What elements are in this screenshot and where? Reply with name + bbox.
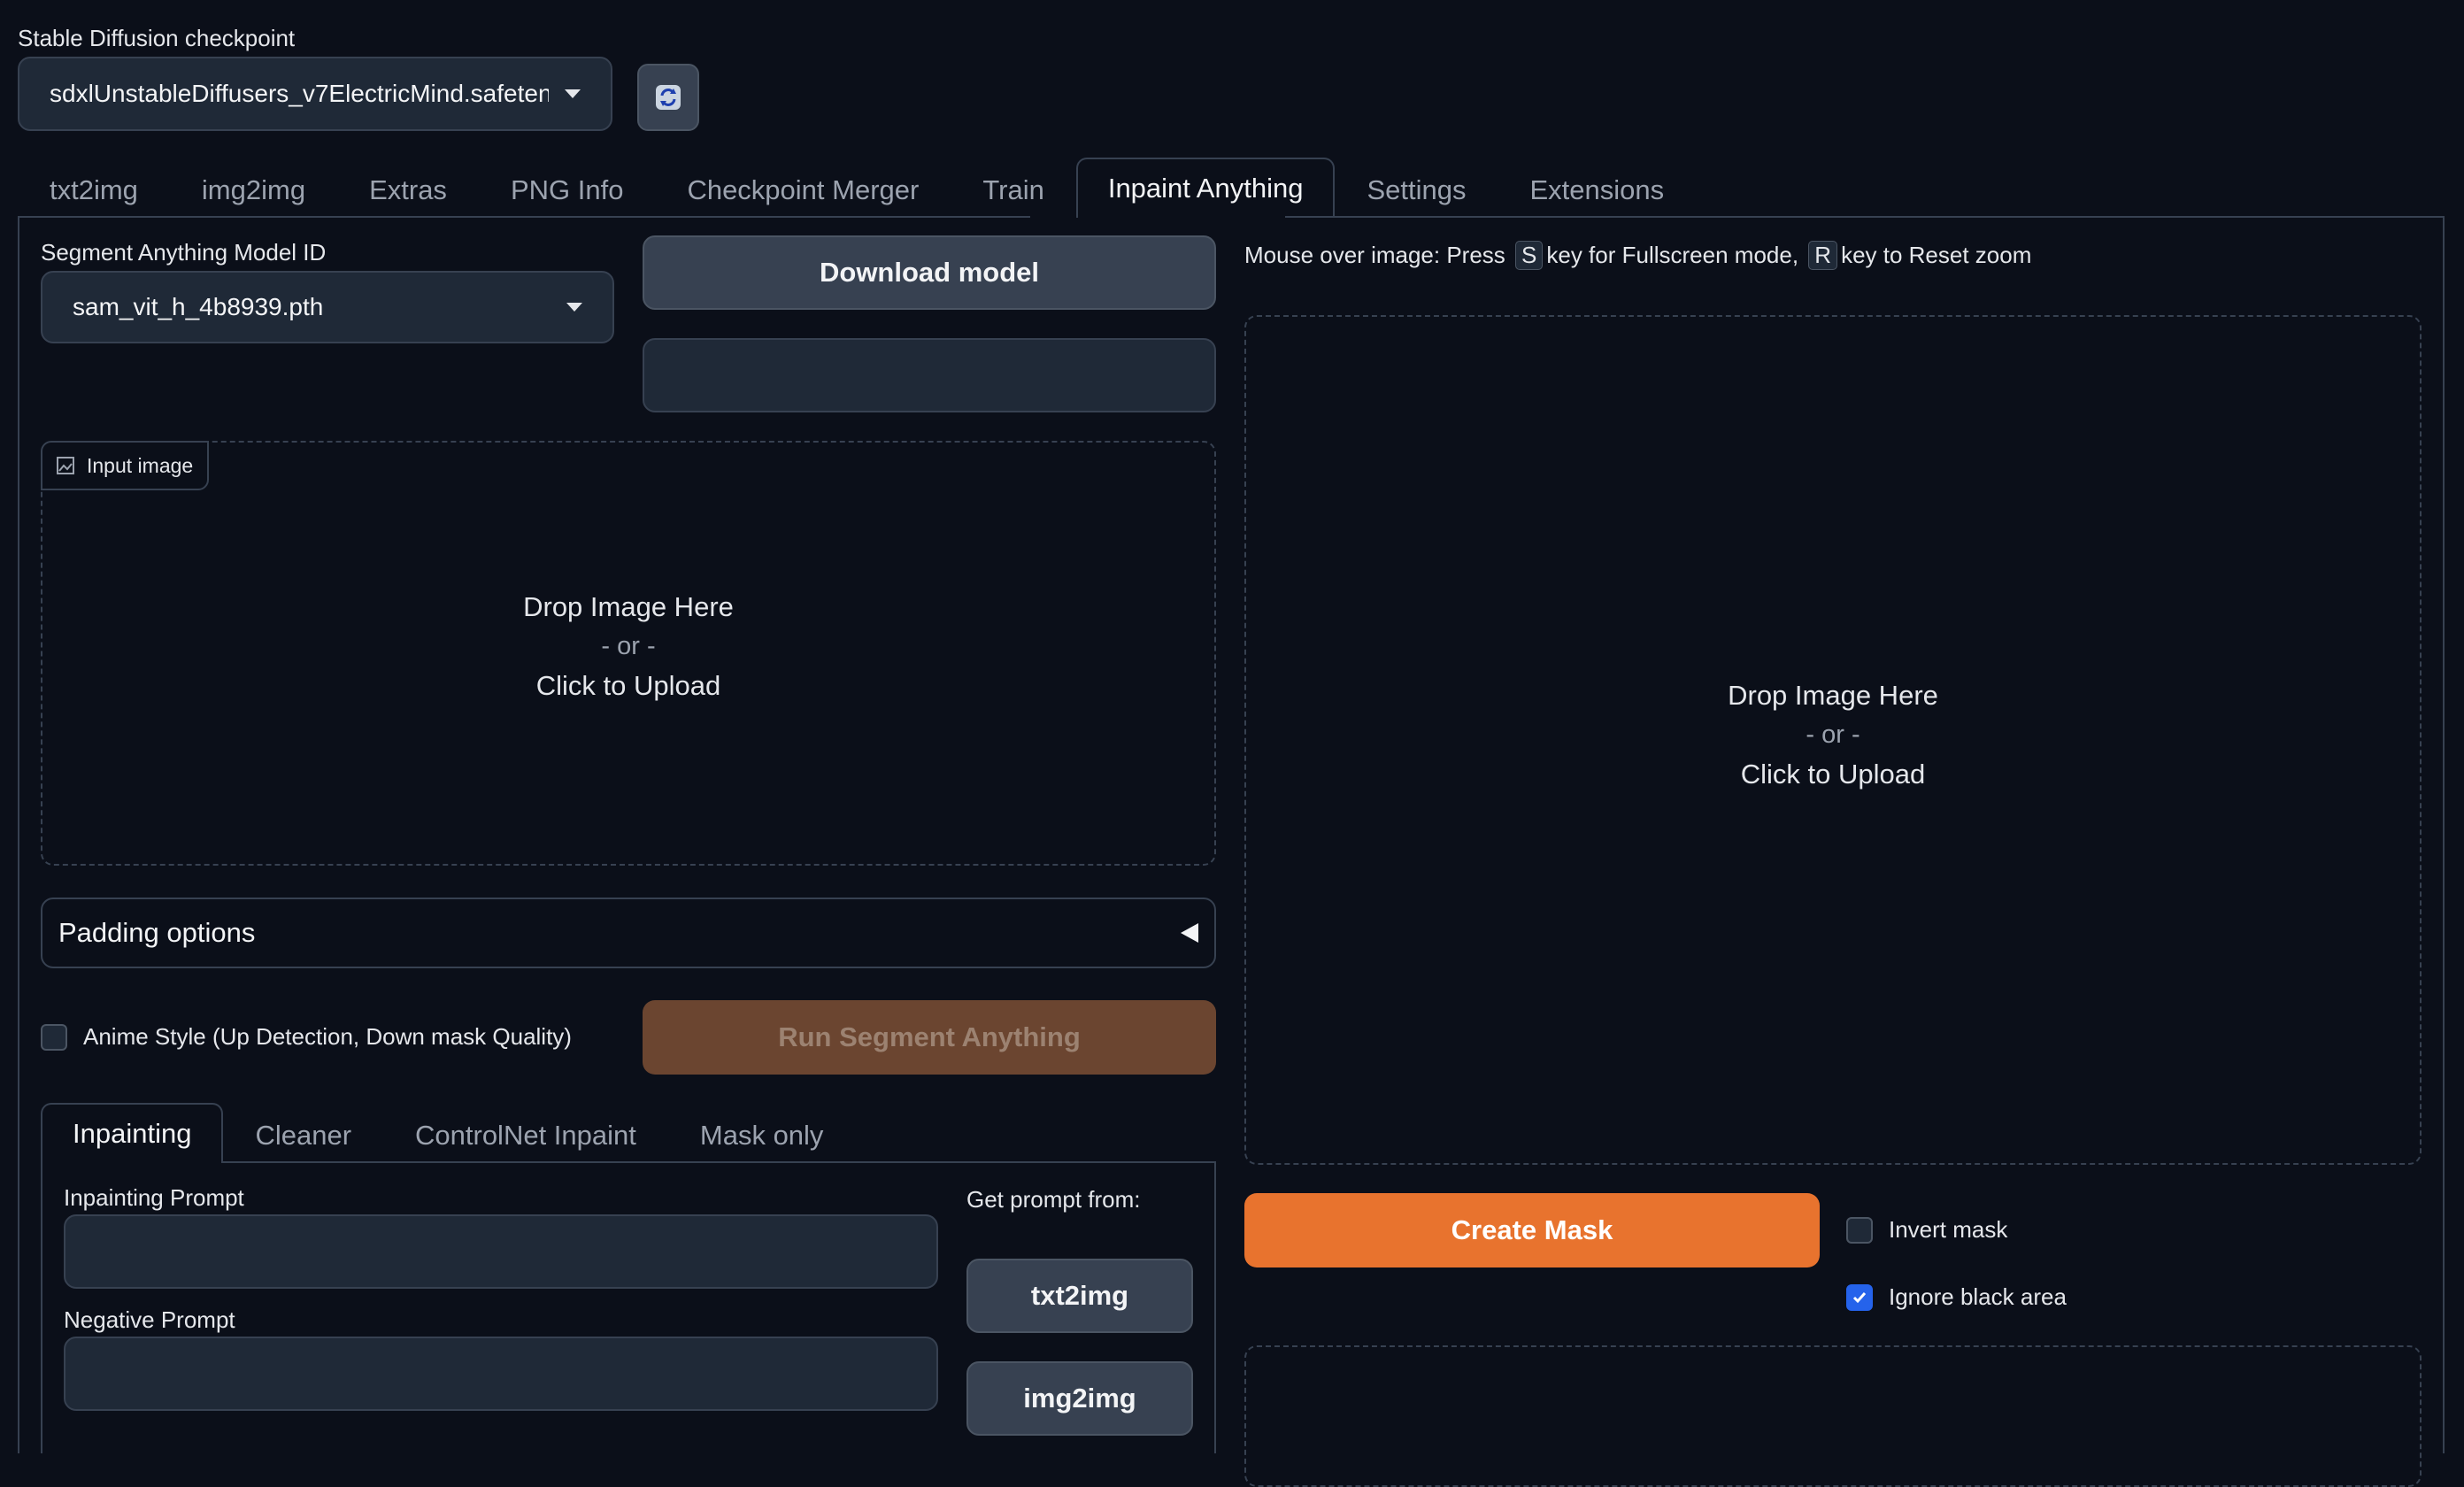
sam-model-label: Segment Anything Model ID — [41, 239, 327, 266]
run-segment-anything-button[interactable]: Run Segment Anything — [643, 1000, 1216, 1075]
invert-mask-label: Invert mask — [1889, 1216, 2008, 1243]
collapse-arrow-icon — [1181, 923, 1198, 943]
padding-options-accordion[interactable]: Padding options — [41, 898, 1216, 968]
checkpoint-value: sdxlUnstableDiffusers_v7ElectricMind.saf… — [50, 80, 549, 107]
chevron-down-icon — [565, 89, 581, 98]
refresh-icon — [656, 85, 681, 110]
tab-divider-left — [18, 216, 1030, 218]
negative-prompt-input[interactable] — [64, 1337, 938, 1411]
mask-output-dropzone[interactable] — [1244, 1345, 2422, 1487]
download-model-button[interactable]: Download model — [643, 235, 1216, 310]
ignore-black-area-label: Ignore black area — [1889, 1283, 2067, 1310]
panel-left-border — [18, 216, 19, 1453]
hint-text-2: key for Fullscreen mode, — [1546, 242, 1799, 268]
tab-divider-right — [1285, 216, 2445, 218]
input-image-drop-text: Drop Image Here - or - Click to Upload — [42, 591, 1214, 702]
subtab-controlnet-inpaint[interactable]: ControlNet Inpaint — [383, 1105, 668, 1163]
click-to-upload-text: Click to Upload — [535, 670, 721, 701]
tab-train[interactable]: Train — [951, 159, 1075, 218]
panel-right-border — [2443, 216, 2445, 1453]
image-icon — [57, 457, 74, 474]
key-s: S — [1515, 241, 1544, 270]
negative-prompt-label: Negative Prompt — [64, 1306, 235, 1333]
tab-img2img[interactable]: img2img — [170, 159, 337, 218]
zoom-hint: Mouse over image: Press Skey for Fullscr… — [1244, 241, 2031, 270]
checkpoint-label: Stable Diffusion checkpoint — [18, 25, 296, 51]
tab-extras[interactable]: Extras — [337, 159, 479, 218]
key-r: R — [1808, 241, 1838, 270]
subtab-divider — [221, 1161, 1216, 1163]
tab-inpaint-anything[interactable]: Inpaint Anything — [1075, 158, 1336, 218]
sam-model-dropdown[interactable]: sam_vit_h_4b8939.pth — [41, 271, 614, 343]
subtab-mask-only[interactable]: Mask only — [668, 1105, 856, 1163]
inpainting-prompt-input[interactable] — [64, 1214, 938, 1289]
tab-extensions[interactable]: Extensions — [1498, 159, 1696, 218]
anime-style-checkbox[interactable] — [41, 1023, 67, 1051]
padding-options-label: Padding options — [58, 917, 256, 948]
or-text: - or - — [1806, 720, 1860, 749]
sam-model-value: sam_vit_h_4b8939.pth — [73, 293, 324, 320]
ignore-black-area-option[interactable]: Ignore black area — [1846, 1283, 2067, 1311]
or-text: - or - — [601, 632, 656, 660]
hint-text-1: Mouse over image: Press — [1244, 242, 1505, 268]
subpanel-right-border — [1214, 1161, 1216, 1453]
hint-text-3: key to Reset zoom — [1841, 242, 2032, 268]
get-prompt-img2img-button[interactable]: img2img — [966, 1361, 1193, 1436]
download-status-field — [643, 338, 1216, 412]
invert-mask-checkbox[interactable] — [1846, 1216, 1873, 1244]
ignore-black-area-checkbox[interactable] — [1846, 1283, 1873, 1311]
input-image-dropzone[interactable]: Input image Drop Image Here - or - Click… — [41, 441, 1216, 866]
tab-checkpoint-merger[interactable]: Checkpoint Merger — [655, 159, 951, 218]
drop-image-text: Drop Image Here — [1728, 680, 1938, 711]
tab-settings[interactable]: Settings — [1335, 159, 1498, 218]
subtab-inpainting[interactable]: Inpainting — [41, 1103, 224, 1163]
segmentation-drop-text: Drop Image Here - or - Click to Upload — [1246, 680, 2420, 790]
tab-png-info[interactable]: PNG Info — [479, 159, 656, 218]
invert-mask-option[interactable]: Invert mask — [1846, 1216, 2007, 1244]
sub-tab-bar: Inpainting Cleaner ControlNet Inpaint Ma… — [41, 1103, 855, 1163]
tab-txt2img[interactable]: txt2img — [18, 159, 170, 218]
checkpoint-dropdown[interactable]: sdxlUnstableDiffusers_v7ElectricMind.saf… — [18, 57, 612, 131]
subtab-cleaner[interactable]: Cleaner — [223, 1105, 383, 1163]
main-tab-bar: txt2img img2img Extras PNG Info Checkpoi… — [18, 158, 1696, 218]
input-image-badge: Input image — [41, 441, 210, 490]
subpanel-left-border — [41, 1161, 42, 1453]
click-to-upload-text: Click to Upload — [1740, 759, 1926, 790]
checkmark-icon — [1852, 1291, 1867, 1303]
drop-image-text: Drop Image Here — [523, 591, 734, 622]
inpainting-prompt-label: Inpainting Prompt — [64, 1184, 244, 1211]
input-image-badge-label: Input image — [87, 453, 194, 477]
anime-style-label: Anime Style (Up Detection, Down mask Qua… — [83, 1023, 572, 1050]
chevron-down-icon — [566, 303, 582, 312]
create-mask-button[interactable]: Create Mask — [1244, 1193, 1820, 1267]
refresh-checkpoint-button[interactable] — [637, 64, 699, 131]
anime-style-option[interactable]: Anime Style (Up Detection, Down mask Qua… — [41, 1023, 572, 1051]
segmentation-image-dropzone[interactable]: Drop Image Here - or - Click to Upload — [1244, 315, 2422, 1165]
get-prompt-txt2img-button[interactable]: txt2img — [966, 1259, 1193, 1333]
get-prompt-from-label: Get prompt from: — [966, 1186, 1141, 1213]
